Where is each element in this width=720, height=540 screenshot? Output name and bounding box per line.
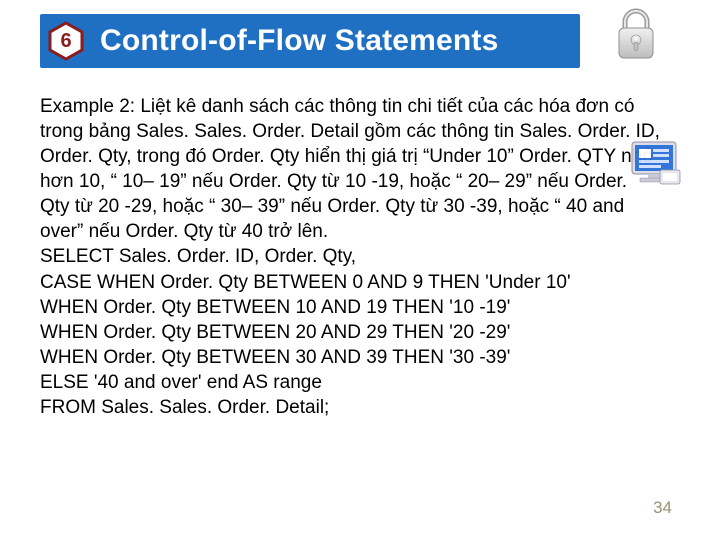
slide-body: Example 2: Liệt kê danh sách các thông t…: [40, 94, 660, 420]
code-line: ELSE '40 and over' end AS range: [40, 370, 660, 395]
code-line: SELECT Sales. Order. ID, Order. Qty,: [40, 244, 660, 269]
slide: 6 Control-of-Flow Statements: [0, 0, 720, 540]
slide-title: Control-of-Flow Statements: [100, 24, 499, 58]
page-number: 34: [653, 498, 672, 518]
computer-icon: [630, 140, 682, 188]
title-bar: 6 Control-of-Flow Statements: [40, 14, 580, 68]
section-number: 6: [46, 21, 86, 61]
code-line: WHEN Order. Qty BETWEEN 30 AND 39 THEN '…: [40, 345, 660, 370]
example-description: Example 2: Liệt kê danh sách các thông t…: [40, 94, 660, 244]
code-line: WHEN Order. Qty BETWEEN 20 AND 29 THEN '…: [40, 320, 660, 345]
code-line: CASE WHEN Order. Qty BETWEEN 0 AND 9 THE…: [40, 270, 660, 295]
code-line: FROM Sales. Sales. Order. Detail;: [40, 395, 660, 420]
code-line: WHEN Order. Qty BETWEEN 10 AND 19 THEN '…: [40, 295, 660, 320]
section-number-badge: 6: [46, 21, 86, 61]
lock-icon: [614, 6, 658, 62]
